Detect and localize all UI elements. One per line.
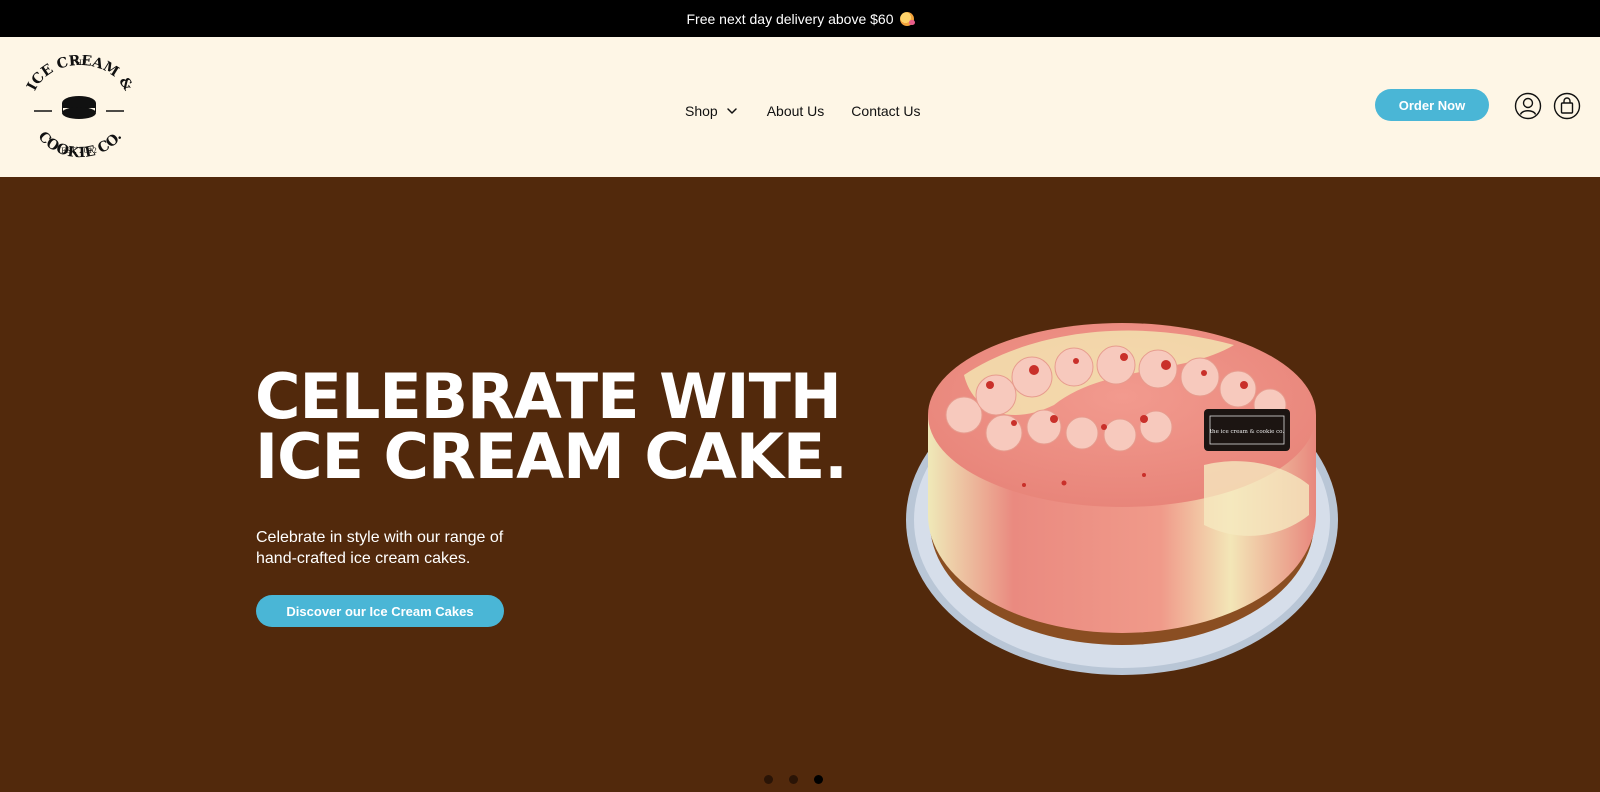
main-nav: Shop About Us Contact Us <box>685 97 921 125</box>
hero-subtext-line-2: hand-crafted ice cream cakes. <box>256 550 471 567</box>
ice-cream-cake-image: the ice cream & cookie co. <box>906 323 1338 675</box>
nav-contact-us[interactable]: Contact Us <box>851 103 920 119</box>
brand-logo[interactable]: THE ICE CREAM & COOKIE CO. EST. 2012 <box>18 53 140 162</box>
slide-dot-3[interactable] <box>814 775 823 784</box>
party-emoji-icon <box>899 11 915 26</box>
slide-dot-1[interactable] <box>764 775 773 784</box>
account-icon[interactable] <box>1514 92 1542 120</box>
nav-about-label: About Us <box>766 103 825 119</box>
shopping-bag-icon[interactable] <box>1553 92 1581 120</box>
svg-text:EST. 2012: EST. 2012 <box>61 147 97 155</box>
hero-headline-line-2: ICE CREAM CAKE. <box>255 420 848 493</box>
announcement-bar: Free next day delivery above $60 <box>0 0 1600 37</box>
nav-shop[interactable]: Shop <box>685 103 739 119</box>
nav-about-us[interactable]: About Us <box>767 103 825 119</box>
hero-subtext: Celebrate in style with our range of han… <box>256 527 576 569</box>
discover-cakes-button[interactable]: Discover our Ice Cream Cakes <box>256 595 504 627</box>
slide-dot-2[interactable] <box>789 775 798 784</box>
site-header: THE ICE CREAM & COOKIE CO. EST. 2012 Sho… <box>0 37 1600 177</box>
hero-banner: CELEBRATE WITH ICE CREAM CAKE. Celebrate… <box>0 177 1600 792</box>
hero-headline: CELEBRATE WITH ICE CREAM CAKE. <box>255 360 848 493</box>
nav-shop-label: Shop <box>685 103 718 119</box>
slide-indicators <box>764 775 823 784</box>
hero-subtext-line-1: Celebrate in style with our range of <box>256 529 504 546</box>
hero-headline-line-1: CELEBRATE WITH <box>255 360 842 433</box>
svg-text:ICE CREAM &: ICE CREAM & <box>24 55 136 94</box>
nav-contact-label: Contact Us <box>851 103 921 119</box>
svg-text:the ice cream & cookie co.: the ice cream & cookie co. <box>1210 429 1285 435</box>
announcement-text: Free next day delivery above $60 <box>686 10 894 27</box>
order-now-button[interactable]: Order Now <box>1375 89 1489 121</box>
chevron-down-icon <box>726 108 737 114</box>
